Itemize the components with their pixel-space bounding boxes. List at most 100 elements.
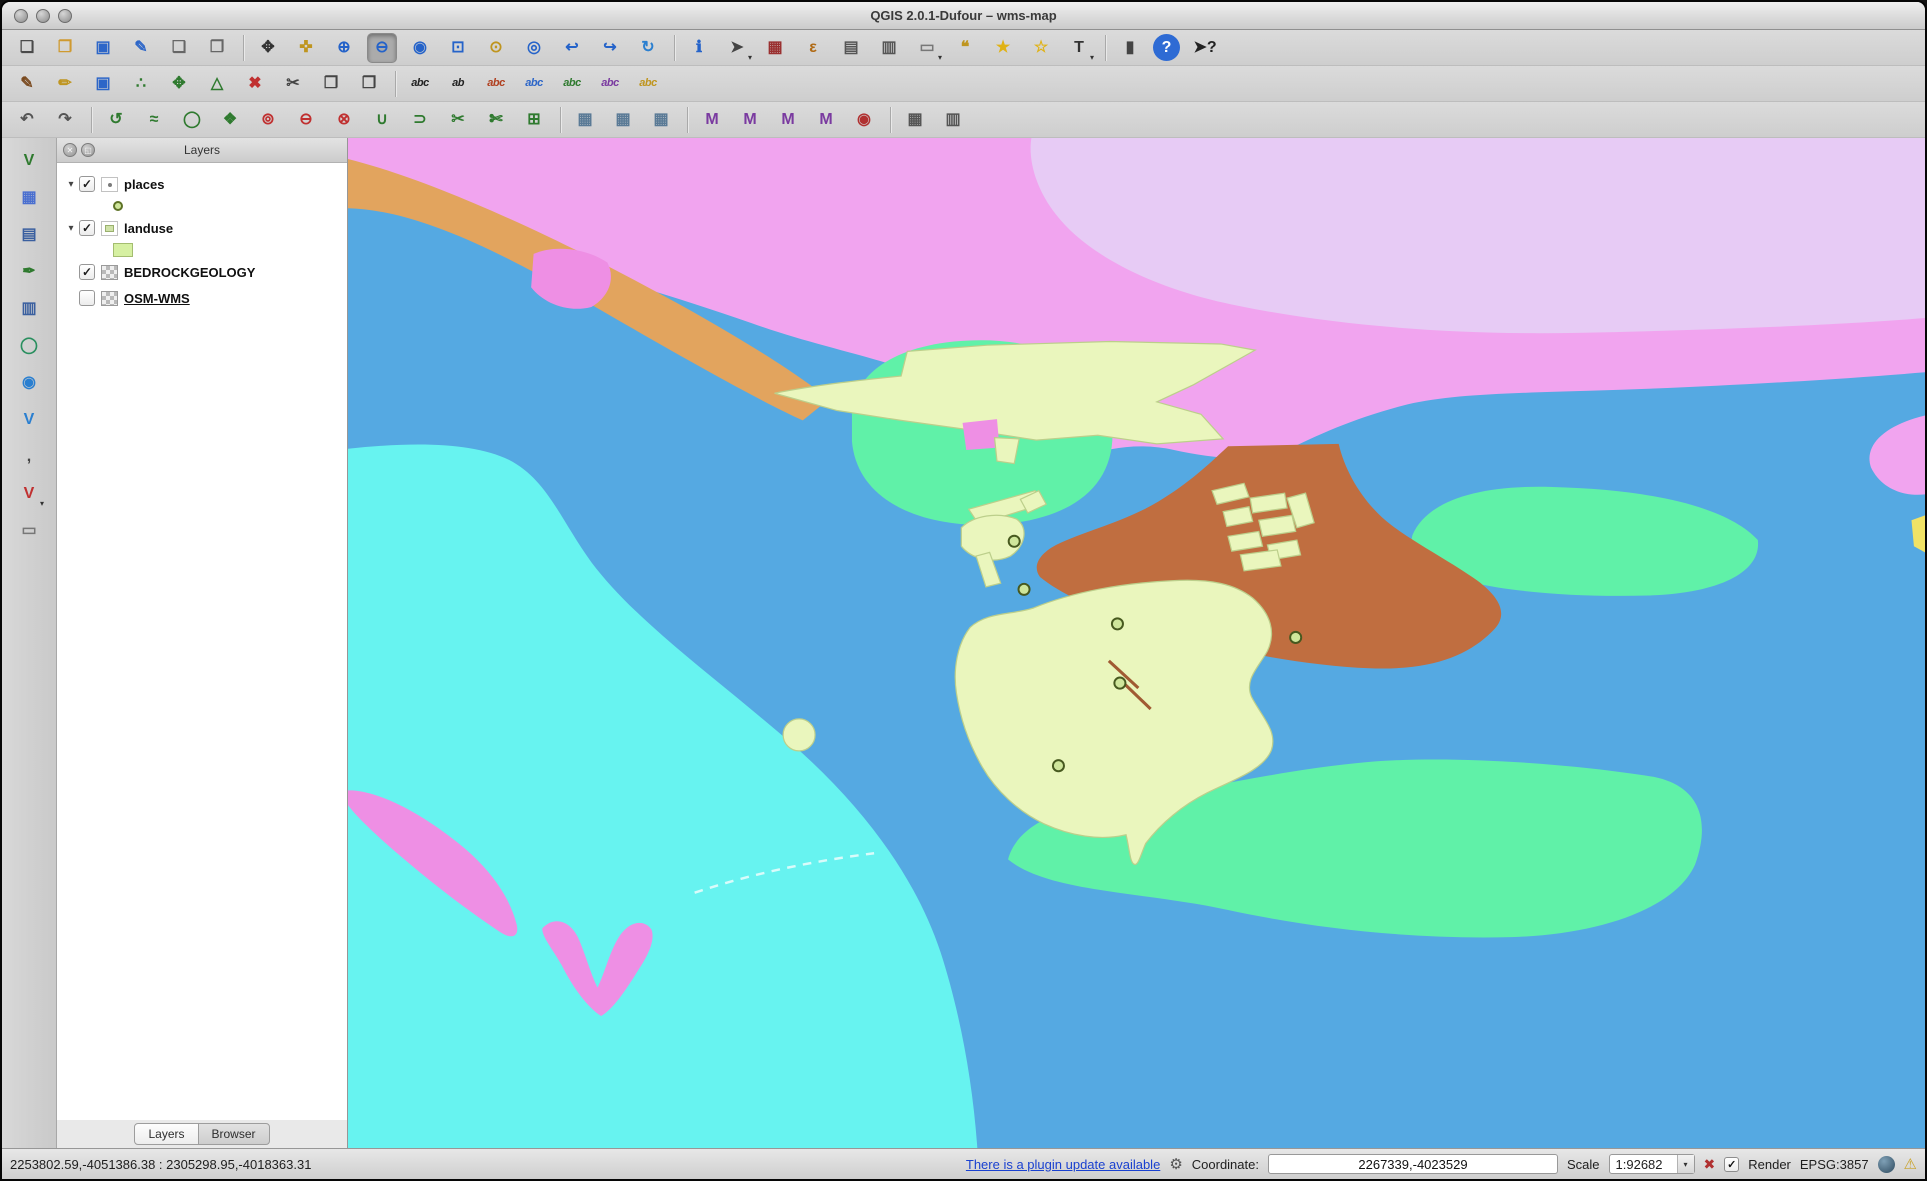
text-annotation-button[interactable]: T▾ bbox=[1064, 33, 1094, 63]
measure-button[interactable]: ▭▾ bbox=[912, 33, 942, 63]
move-feature-button[interactable]: ✥ bbox=[164, 69, 194, 99]
node-tool-button[interactable]: △ bbox=[202, 69, 232, 99]
new-print-composer-button[interactable]: ❑ bbox=[164, 33, 194, 63]
reshape-features-button[interactable]: ∪ bbox=[367, 105, 397, 135]
crs-icon[interactable] bbox=[1878, 1156, 1895, 1173]
layer-visibility-checkbox[interactable]: ✓ bbox=[79, 264, 95, 280]
split-parts-button[interactable]: ✄ bbox=[481, 105, 511, 135]
save-layer-edits-button[interactable]: ▣ bbox=[88, 69, 118, 99]
zoom-to-selection-button[interactable]: ⊙ bbox=[481, 33, 511, 63]
label-toggle-button[interactable]: ab bbox=[443, 69, 473, 99]
simplify-feature-button[interactable]: ≈ bbox=[139, 105, 169, 135]
checker-table-2-button[interactable]: ▦ bbox=[608, 105, 638, 135]
add-oracle-layer-button[interactable]: V▾ bbox=[14, 479, 44, 509]
zoom-window-button[interactable] bbox=[58, 9, 72, 23]
save-project-button[interactable]: ▣ bbox=[88, 33, 118, 63]
move-label-button[interactable]: abc bbox=[557, 69, 587, 99]
labeling-options-button[interactable]: abc bbox=[405, 69, 435, 99]
checker-table-3-button[interactable]: ▦ bbox=[646, 105, 676, 135]
pan-map-button[interactable]: ✥ bbox=[253, 33, 283, 63]
add-delimited-text-button[interactable]: , bbox=[14, 442, 44, 472]
plugin-grid-button[interactable]: ▦ bbox=[900, 105, 930, 135]
current-edits-button[interactable]: ✎ bbox=[12, 69, 42, 99]
minimize-window-button[interactable] bbox=[36, 9, 50, 23]
crs-status[interactable]: EPSG:3857 bbox=[1800, 1157, 1869, 1172]
layer-item-places[interactable]: ▾✓places bbox=[57, 171, 347, 197]
whats-this-button[interactable]: ➤? bbox=[1190, 33, 1220, 63]
zoom-actual-size-button[interactable]: ◉ bbox=[405, 33, 435, 63]
new-project-button[interactable]: ❏ bbox=[12, 33, 42, 63]
attribute-table-button[interactable]: ▤ bbox=[836, 33, 866, 63]
zoom-next-button[interactable]: ↪ bbox=[595, 33, 625, 63]
split-features-button[interactable]: ✂ bbox=[443, 105, 473, 135]
delete-selected-button[interactable]: ✖ bbox=[240, 69, 270, 99]
zoom-full-extent-button[interactable]: ⊡ bbox=[443, 33, 473, 63]
panel-tab-browser[interactable]: Browser bbox=[198, 1123, 270, 1145]
undo-button[interactable]: ↶ bbox=[12, 105, 42, 135]
add-postgis-layer-button[interactable]: ▤ bbox=[14, 220, 44, 250]
delete-ring-button[interactable]: ⊖ bbox=[291, 105, 321, 135]
pan-to-selection-button[interactable]: ✜ bbox=[291, 33, 321, 63]
field-calculator-button[interactable]: ε bbox=[798, 33, 828, 63]
redo-button[interactable]: ↷ bbox=[50, 105, 80, 135]
stop-render-icon[interactable] bbox=[1704, 1156, 1716, 1173]
rotate-label-button[interactable]: abc bbox=[595, 69, 625, 99]
zoom-to-layer-button[interactable]: ◎ bbox=[519, 33, 549, 63]
delete-part-button[interactable]: ⊗ bbox=[329, 105, 359, 135]
zoom-last-button[interactable]: ↩ bbox=[557, 33, 587, 63]
add-mssql-layer-button[interactable]: ▥ bbox=[14, 294, 44, 324]
layer-item-osm-wms[interactable]: OSM-WMS bbox=[57, 285, 347, 311]
label-properties-button[interactable]: abc bbox=[633, 69, 663, 99]
coordinate-input[interactable] bbox=[1268, 1154, 1558, 1174]
disclosure-triangle-icon[interactable]: ▾ bbox=[63, 179, 79, 190]
add-vector-layer-button[interactable]: V bbox=[14, 146, 44, 176]
add-feature-button[interactable]: ∴ bbox=[126, 69, 156, 99]
merge-features-button[interactable]: ⊞ bbox=[519, 105, 549, 135]
help-contents-button[interactable]: ? bbox=[1153, 34, 1180, 61]
render-checkbox[interactable]: ✓ bbox=[1724, 1157, 1739, 1172]
messages-icon[interactable] bbox=[1904, 1155, 1917, 1173]
chevron-down-icon[interactable]: ▾ bbox=[1677, 1155, 1694, 1173]
cut-features-button[interactable]: ✂ bbox=[278, 69, 308, 99]
disclosure-triangle-icon[interactable]: ▾ bbox=[63, 223, 79, 234]
map-canvas[interactable] bbox=[348, 138, 1925, 1148]
highlight-labels-button[interactable]: abc bbox=[519, 69, 549, 99]
pin-labels-button[interactable]: abc bbox=[481, 69, 511, 99]
panel-detach-button[interactable] bbox=[81, 143, 95, 157]
rotate-feature-button[interactable]: ↺ bbox=[101, 105, 131, 135]
layer-visibility-checkbox[interactable]: ✓ bbox=[79, 220, 95, 236]
zoom-out-button[interactable]: ⊖ bbox=[367, 33, 397, 63]
panel-tab-layers[interactable]: Layers bbox=[134, 1123, 198, 1145]
plugin-update-link[interactable]: There is a plugin update available bbox=[966, 1157, 1160, 1172]
select-features-button[interactable]: ➤▾ bbox=[722, 33, 752, 63]
plugin-m2-button[interactable]: M bbox=[735, 105, 765, 135]
identify-features-button[interactable]: ℹ bbox=[684, 33, 714, 63]
add-part-button[interactable]: ❖ bbox=[215, 105, 245, 135]
copy-features-button[interactable]: ❐ bbox=[316, 69, 346, 99]
toggle-editing-button[interactable]: ✏ bbox=[50, 69, 80, 99]
add-wfs-layer-button[interactable]: V bbox=[14, 405, 44, 435]
layer-visibility-checkbox[interactable] bbox=[79, 290, 95, 306]
layer-item-landuse[interactable]: ▾✓landuse bbox=[57, 215, 347, 241]
plugin-m4-button[interactable]: M bbox=[811, 105, 841, 135]
layer-visibility-checkbox[interactable]: ✓ bbox=[79, 176, 95, 192]
new-bookmark-button[interactable]: ★ bbox=[988, 33, 1018, 63]
plugin-console-button[interactable]: ▥ bbox=[938, 105, 968, 135]
paste-features-button[interactable]: ❒ bbox=[354, 69, 384, 99]
panel-close-button[interactable] bbox=[63, 143, 77, 157]
open-project-button[interactable]: ❐ bbox=[50, 33, 80, 63]
plugin-icon[interactable] bbox=[1169, 1155, 1182, 1173]
add-wcs-layer-button[interactable]: ◯ bbox=[14, 331, 44, 361]
show-bookmarks-button[interactable]: ☆ bbox=[1026, 33, 1056, 63]
save-project-as-button[interactable]: ✎ bbox=[126, 33, 156, 63]
offset-curve-button[interactable]: ⊃ bbox=[405, 105, 435, 135]
close-window-button[interactable] bbox=[14, 9, 28, 23]
add-spatialite-layer-button[interactable]: ✒ bbox=[14, 257, 44, 287]
python-console-button[interactable]: ▮ bbox=[1115, 33, 1145, 63]
layer-item-bedrockgeology[interactable]: ✓BEDROCKGEOLOGY bbox=[57, 259, 347, 285]
scale-combobox[interactable]: 1:92682 ▾ bbox=[1609, 1154, 1695, 1174]
fill-ring-button[interactable]: ⊚ bbox=[253, 105, 283, 135]
deselect-features-button[interactable]: ▦ bbox=[760, 33, 790, 63]
plugin-search-button[interactable]: ◉ bbox=[849, 105, 879, 135]
statistics-button[interactable]: ▥ bbox=[874, 33, 904, 63]
